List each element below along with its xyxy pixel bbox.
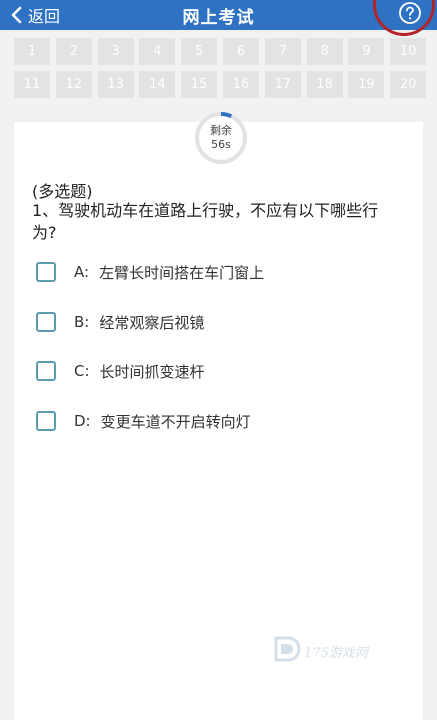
watermark-text: 175游戏网	[304, 645, 368, 661]
option-d-checkbox[interactable]	[36, 411, 56, 431]
question-number-19[interactable]: 19	[348, 71, 385, 98]
option-c[interactable]: C: 长时间抓变速杆	[36, 359, 205, 383]
question-type: (多选题)	[32, 182, 93, 201]
question-card: 剩余 56s (多选题) 1、驾驶机动车在道路上行驶，不应有以下哪些行为? A:…	[14, 112, 423, 720]
question-number-6[interactable]: 6	[222, 38, 259, 65]
question-number-3[interactable]: 3	[97, 38, 134, 65]
question-number-11[interactable]: 11	[14, 71, 50, 98]
question-mark-icon	[398, 1, 422, 29]
watermark-logo-icon	[272, 634, 302, 668]
option-a[interactable]: A: 左臂长时间搭在车门窗上	[36, 260, 264, 284]
question-number-14[interactable]: 14	[139, 71, 176, 98]
option-a-letter: A:	[74, 263, 90, 281]
timer-value: 56s	[211, 138, 231, 151]
question-number-9[interactable]: 9	[348, 38, 385, 65]
question-number-12[interactable]: 12	[55, 71, 92, 98]
question-number-20[interactable]: 20	[390, 71, 427, 98]
option-d-letter: D:	[74, 412, 91, 430]
question-text: 1、驾驶机动车在道路上行驶，不应有以下哪些行为?	[32, 201, 379, 242]
option-c-text: 长时间抓变速杆	[99, 362, 205, 381]
question-number-17[interactable]: 17	[264, 71, 301, 98]
top-bar: 返回 网上考试	[0, 0, 437, 36]
option-b-letter: B:	[74, 313, 90, 331]
countdown-timer: 剩余 56s	[194, 111, 248, 165]
question-number-2[interactable]: 2	[55, 38, 92, 65]
question-number-10[interactable]: 10	[390, 38, 427, 65]
option-a-checkbox[interactable]	[36, 262, 56, 282]
question-number-15[interactable]: 15	[181, 71, 218, 98]
option-b-text: 经常观察后视镜	[99, 313, 205, 332]
option-b[interactable]: B: 经常观察后视镜	[36, 310, 204, 334]
question-number-grid: 1 2 3 4 5 6 7 8 9 10 11 12 13 14 15 16 17 18 19 20	[14, 38, 427, 98]
question-number-5[interactable]: 5	[181, 38, 218, 65]
option-d-text: 变更车道不开启转向灯	[100, 412, 251, 431]
option-c-checkbox[interactable]	[36, 361, 56, 381]
question-number-18[interactable]: 18	[306, 71, 343, 98]
question-number-13[interactable]: 13	[97, 71, 134, 98]
option-d[interactable]: D: 变更车道不开启转向灯	[36, 409, 251, 433]
question-number-1[interactable]: 1	[14, 38, 50, 65]
option-b-checkbox[interactable]	[36, 312, 56, 332]
watermark: 175游戏网	[272, 632, 407, 670]
question-number-16[interactable]: 16	[222, 71, 259, 98]
help-button[interactable]	[373, 0, 435, 36]
question-number-7[interactable]: 7	[264, 38, 301, 65]
timer-label: 剩余	[210, 124, 232, 137]
option-a-text: 左臂长时间搭在车门窗上	[99, 263, 265, 282]
question-number-4[interactable]: 4	[139, 38, 176, 65]
option-c-letter: C:	[74, 362, 90, 380]
question-number-8[interactable]: 8	[306, 38, 343, 65]
page-title: 网上考试	[182, 7, 255, 28]
